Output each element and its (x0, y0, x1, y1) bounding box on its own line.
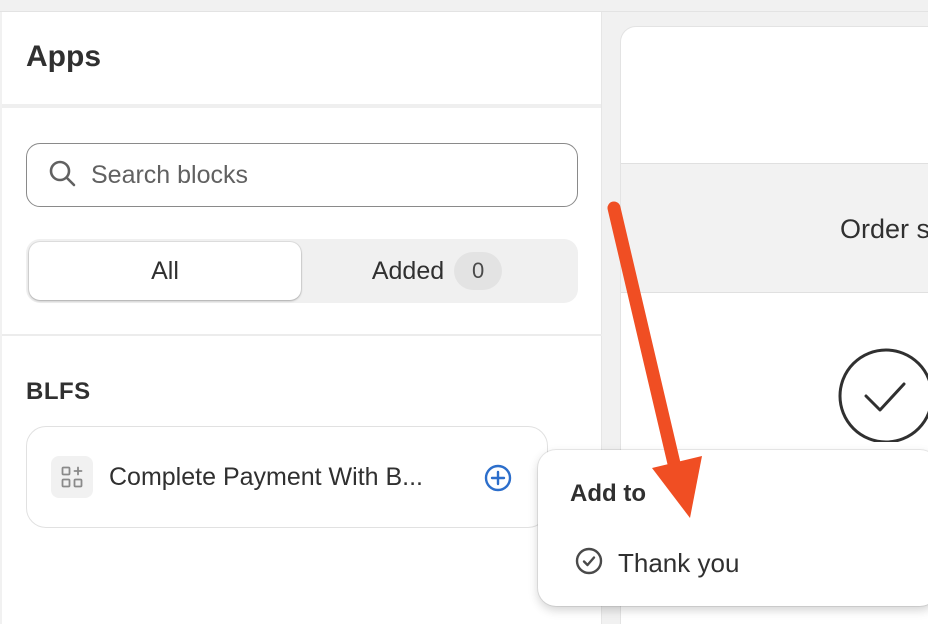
search-input[interactable] (91, 160, 531, 190)
popover-title: Add to (570, 480, 646, 507)
apps-panel: Apps All Added 0 BLFS (2, 12, 602, 624)
added-count-badge: 0 (454, 252, 503, 290)
checkmark-circle-icon (838, 346, 928, 444)
tab-added-label: Added (371, 256, 445, 285)
panel-title: Apps (26, 40, 101, 73)
section-divider (2, 334, 602, 336)
tab-added[interactable]: Added 0 (301, 242, 573, 300)
popover-item-label: Thank you (618, 548, 740, 578)
app-block-name: Complete Payment With B... (109, 462, 424, 491)
app-block-icon (51, 456, 93, 498)
search-icon (47, 158, 77, 193)
filter-segmented-control: All Added 0 (26, 239, 578, 303)
order-summary-text: Order s (840, 214, 928, 244)
check-circle-icon (574, 546, 604, 581)
search-field[interactable] (26, 143, 578, 207)
top-border (0, 0, 928, 12)
panel-header: Apps (2, 12, 601, 108)
app-block-card[interactable]: Complete Payment With B... (26, 426, 548, 528)
section-title: BLFS (26, 378, 91, 405)
add-circle-icon[interactable] (483, 463, 513, 493)
popover-item-thank-you[interactable]: Thank you (574, 546, 739, 581)
tab-all-label: All (151, 256, 179, 285)
add-to-popover: Add to Thank you (538, 450, 928, 606)
tab-all[interactable]: All (29, 242, 301, 300)
